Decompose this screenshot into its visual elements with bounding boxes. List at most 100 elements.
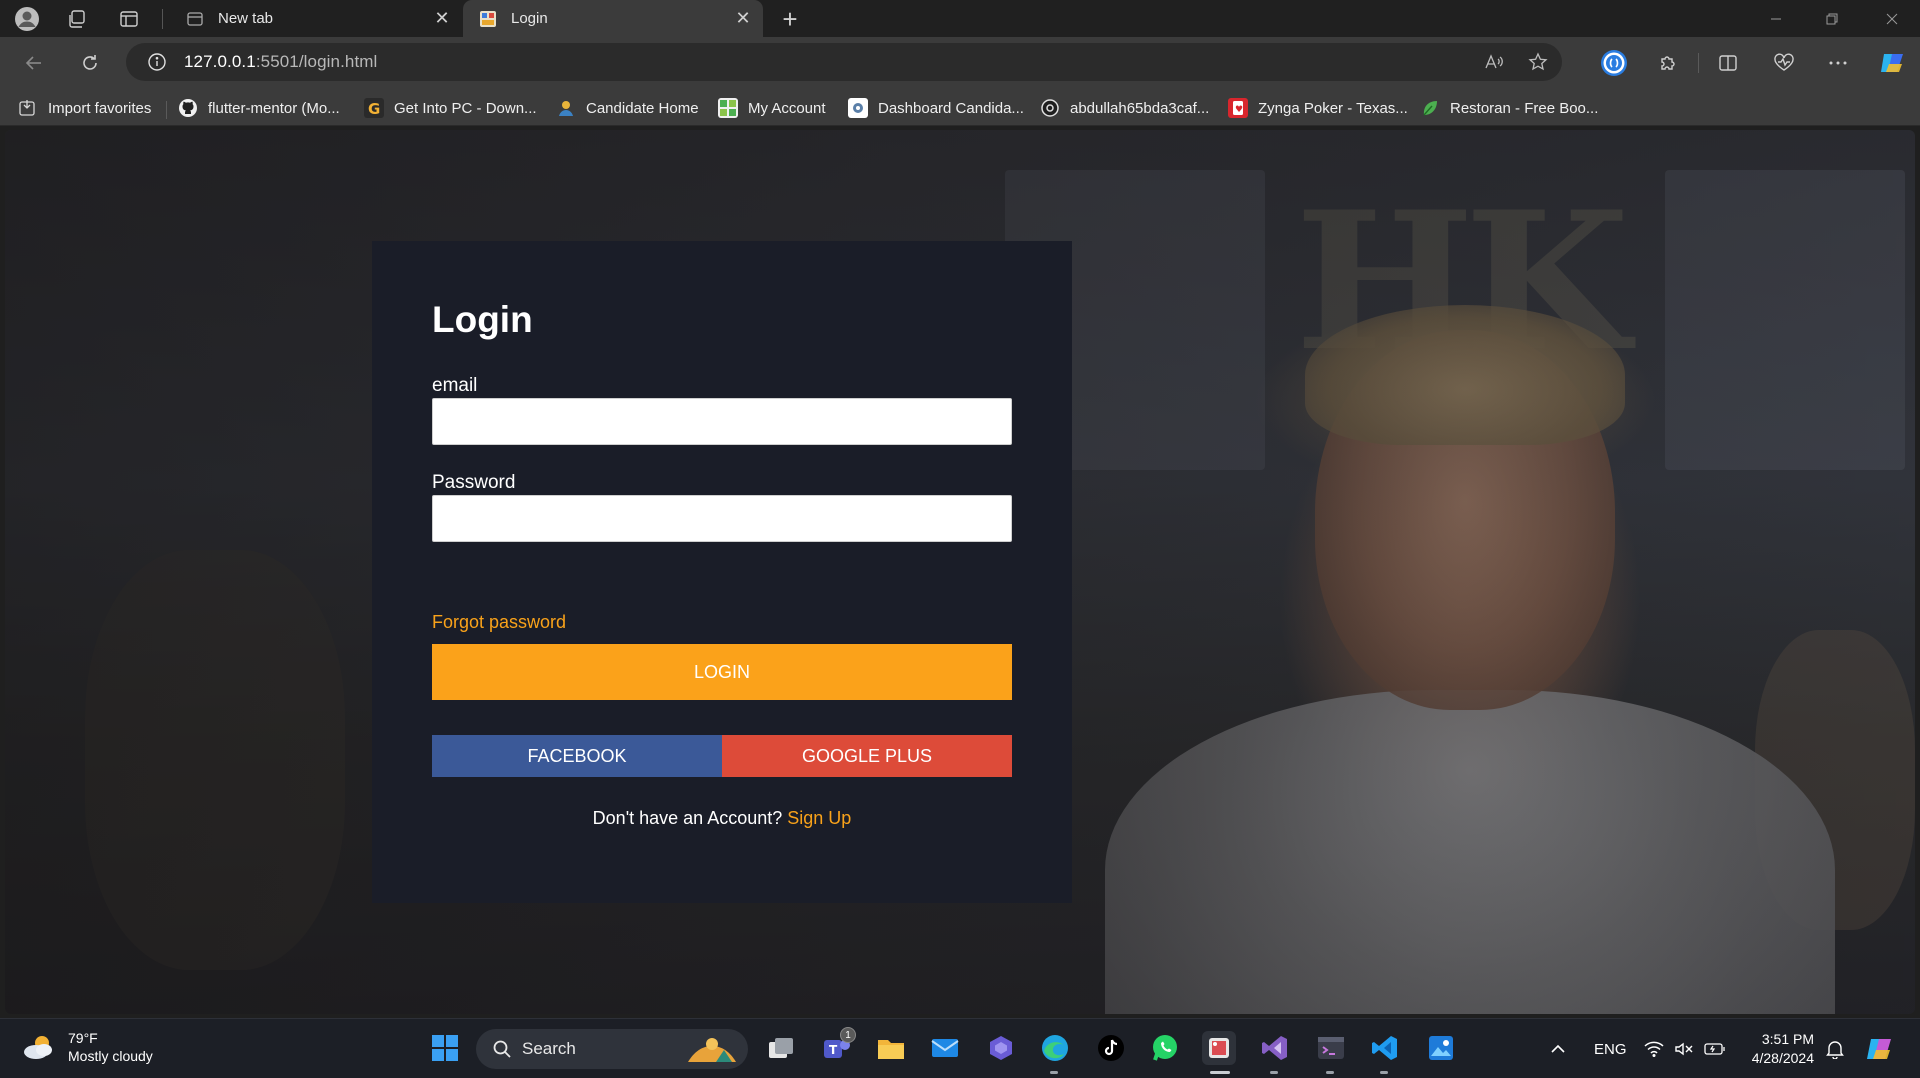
svg-text:G: G xyxy=(368,100,380,118)
read-aloud-icon[interactable] xyxy=(1476,43,1512,81)
signup-prompt-text: Don't have an Account? xyxy=(592,808,783,828)
candidate-icon xyxy=(556,98,576,118)
mail-icon[interactable] xyxy=(928,1031,962,1065)
visual-studio-app-icon[interactable] xyxy=(984,1031,1018,1065)
edge-browser-icon[interactable] xyxy=(1038,1031,1072,1065)
teams-icon[interactable]: T 1 xyxy=(820,1027,856,1065)
workspaces-icon[interactable] xyxy=(62,4,92,34)
running-app-indicator xyxy=(1326,1071,1334,1074)
taskbar-search-box[interactable]: Search xyxy=(476,1029,748,1069)
favorite-my-account[interactable]: My Account xyxy=(718,96,826,120)
back-arrow-icon[interactable] xyxy=(18,47,50,79)
favorite-flutter-mentor[interactable]: flutter-mentor (Mo... xyxy=(178,96,340,120)
snipping-tool-icon[interactable] xyxy=(1202,1031,1236,1065)
refresh-icon[interactable] xyxy=(74,47,106,79)
file-explorer-icon[interactable] xyxy=(874,1031,908,1065)
svg-text:T: T xyxy=(829,1043,838,1057)
system-clock[interactable]: 3:51 PM 4/28/2024 xyxy=(1726,1030,1814,1068)
github-icon xyxy=(178,98,198,118)
account-icon xyxy=(718,98,738,118)
browser-essentials-icon[interactable] xyxy=(1768,48,1800,78)
new-tab-button[interactable]: + xyxy=(775,4,805,34)
url-path: :5501/login.html xyxy=(255,52,378,71)
favorite-abdullah[interactable]: abdullah65bda3caf... xyxy=(1040,96,1209,120)
url-text: 127.0.0.1:5501/login.html xyxy=(184,52,377,72)
favorite-get-into-pc[interactable]: G Get Into PC - Down... xyxy=(364,96,537,120)
facebook-login-button[interactable]: FACEBOOK xyxy=(432,735,722,777)
task-view-icon[interactable] xyxy=(764,1031,798,1065)
search-highlight-illustration-icon xyxy=(688,1038,736,1062)
start-windows-icon[interactable] xyxy=(428,1031,462,1065)
running-app-indicator xyxy=(1050,1071,1058,1074)
terminal-icon[interactable] xyxy=(1314,1031,1348,1065)
tiktok-icon[interactable] xyxy=(1094,1031,1128,1065)
language-indicator[interactable]: ENG xyxy=(1594,1019,1627,1078)
volume-muted-icon[interactable] xyxy=(1674,1019,1694,1078)
favorite-label: Restoran - Free Boo... xyxy=(1450,99,1599,117)
windows-taskbar: 79°F Mostly cloudy Search T 1 ENG 3:51 P… xyxy=(0,1018,1920,1078)
battery-icon[interactable] xyxy=(1704,1019,1726,1078)
visual-studio-icon[interactable] xyxy=(1258,1031,1292,1065)
g-logo-icon: G xyxy=(364,98,384,118)
copilot-icon[interactable] xyxy=(1876,48,1908,78)
close-tab-icon[interactable]: ✕ xyxy=(729,5,757,33)
favorite-candidate-home[interactable]: Candidate Home xyxy=(556,96,699,120)
url-host: 127.0.0.1 xyxy=(184,52,256,71)
favorite-label: Import favorites xyxy=(48,99,152,117)
tab-title: New tab xyxy=(218,10,274,27)
login-button[interactable]: LOGIN xyxy=(432,644,1012,700)
favorite-label: flutter-mentor (Mo... xyxy=(208,99,340,117)
more-options-icon[interactable] xyxy=(1822,48,1854,78)
favorite-restoran[interactable]: Restoran - Free Boo... xyxy=(1420,96,1598,120)
weather-description: Mostly cloudy xyxy=(68,1048,153,1064)
weather-temperature: 79°F xyxy=(68,1030,98,1046)
clock-time: 3:51 PM xyxy=(1761,1031,1814,1047)
favorite-label: Get Into PC - Down... xyxy=(394,99,537,117)
whatsapp-icon[interactable] xyxy=(1148,1031,1182,1065)
favorite-dashboard-candidate[interactable]: Dashboard Candida... xyxy=(848,96,1024,120)
tab-login[interactable]: Login ✕ xyxy=(463,0,763,37)
active-app-indicator xyxy=(1210,1071,1230,1074)
login-page-favicon-icon xyxy=(479,10,497,28)
svg-text:♥: ♥ xyxy=(1235,105,1243,115)
photos-icon[interactable] xyxy=(1424,1031,1458,1065)
signup-link[interactable]: Sign Up xyxy=(787,808,851,828)
copilot-taskbar-icon[interactable] xyxy=(1864,1019,1894,1078)
show-hidden-icons-chevron-icon[interactable] xyxy=(1550,1019,1566,1078)
favorites-divider xyxy=(166,101,167,119)
chatgpt-icon xyxy=(1040,98,1060,118)
import-icon xyxy=(18,98,38,118)
favorite-label: abdullah65bda3caf... xyxy=(1070,99,1210,117)
search-icon xyxy=(493,1040,511,1058)
email-input[interactable] xyxy=(432,398,1012,445)
address-field[interactable]: 127.0.0.1:5501/login.html xyxy=(126,43,1562,81)
vertical-tabs-icon[interactable] xyxy=(114,4,144,34)
favorites-bar: Import favorites flutter-mentor (Mo... G… xyxy=(0,89,1920,126)
minimize-icon[interactable] xyxy=(1748,0,1804,37)
new-tab-page-icon xyxy=(186,10,204,28)
split-screen-icon[interactable] xyxy=(1712,48,1744,78)
site-info-icon[interactable] xyxy=(146,51,168,73)
favorite-zynga-poker[interactable]: ♥ Zynga Poker - Texas... xyxy=(1228,96,1408,120)
forgot-password-link[interactable]: Forgot password xyxy=(432,612,566,633)
address-bar-row: 127.0.0.1:5501/login.html xyxy=(0,37,1920,89)
close-window-icon[interactable] xyxy=(1864,0,1920,37)
extension-shazam-icon[interactable] xyxy=(1598,48,1630,78)
close-tab-icon[interactable]: ✕ xyxy=(428,5,456,33)
cloudy-weather-icon xyxy=(24,1036,52,1059)
search-label: Search xyxy=(522,1039,576,1058)
notifications-bell-icon[interactable] xyxy=(1826,1019,1844,1078)
favorite-import[interactable]: Import favorites xyxy=(18,96,151,120)
weather-widget[interactable]: 79°F Mostly cloudy xyxy=(20,1029,153,1065)
google-plus-login-button[interactable]: GOOGLE PLUS xyxy=(722,735,1012,777)
password-label: Password xyxy=(432,472,516,493)
password-input[interactable] xyxy=(432,495,1012,542)
favorite-star-icon[interactable] xyxy=(1520,43,1556,81)
vscode-icon[interactable] xyxy=(1368,1031,1402,1065)
restore-icon[interactable] xyxy=(1804,0,1860,37)
tab-new-tab[interactable]: New tab ✕ xyxy=(170,0,462,37)
profile-avatar-icon[interactable] xyxy=(12,4,42,34)
extensions-puzzle-icon[interactable] xyxy=(1652,48,1684,78)
running-app-indicator xyxy=(1270,1071,1278,1074)
wifi-icon[interactable] xyxy=(1644,1019,1664,1078)
